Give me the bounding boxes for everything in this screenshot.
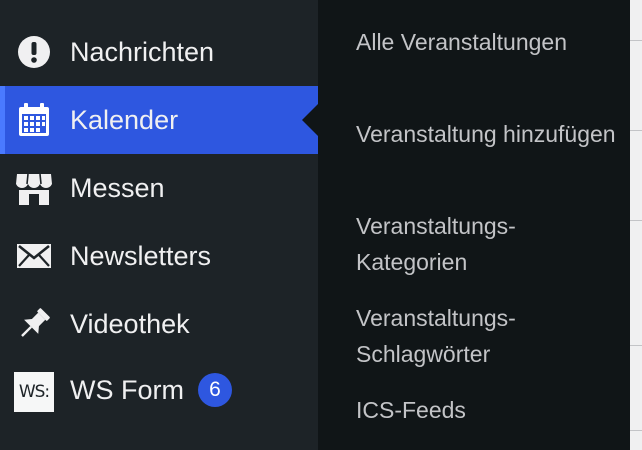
alert-icon xyxy=(14,32,54,72)
sidebar-item-nachrichten[interactable]: Nachrichten xyxy=(0,18,318,86)
sidebar-item-kalender[interactable]: Kalender xyxy=(0,86,318,154)
envelope-icon xyxy=(14,236,54,276)
sidebar-item-messen[interactable]: Messen xyxy=(0,154,318,222)
sidebar-item-newsletters[interactable]: Newsletters xyxy=(0,222,318,290)
calendar-icon xyxy=(14,100,54,140)
content-area-edge xyxy=(630,0,642,450)
submenu-item-alle-veranstaltungen[interactable]: Alle Veranstaltungen xyxy=(356,24,616,60)
sidebar-item-videothek[interactable]: Videothek xyxy=(0,290,318,358)
sidebar-item-label: Videothek xyxy=(70,308,190,339)
ws-form-logo-text: WS: xyxy=(14,372,54,412)
sidebar-item-label: Newsletters xyxy=(70,240,212,271)
submenu-item-veranstaltungs-schlagwoerter[interactable]: Veranstaltungs-Schlagwörter xyxy=(356,300,616,372)
sidebar-item-label: Messen xyxy=(70,172,165,203)
ws-form-logo: WS: xyxy=(14,372,54,412)
sidebar-item-ws-form[interactable]: WS: WS Form 6 xyxy=(0,358,318,426)
submenu-item-veranstaltungs-kategorien[interactable]: Veranstaltungs-Kategorien xyxy=(356,208,616,280)
pin-icon xyxy=(14,304,54,344)
active-menu-arrow xyxy=(302,104,318,136)
sidebar-item-label: Nachrichten xyxy=(70,36,215,67)
submenu-item-veranstaltung-hinzufuegen[interactable]: Veranstaltung hinzufügen xyxy=(356,116,616,152)
update-count-badge: 6 xyxy=(198,373,232,407)
sidebar-item-label: WS Form xyxy=(70,375,184,406)
kalender-submenu: Alle Veranstaltungen Veranstaltung hinzu… xyxy=(318,0,630,450)
store-icon xyxy=(14,168,54,208)
admin-sidebar: Nachrichten Kalender Messen Newsletters … xyxy=(0,0,318,450)
sidebar-item-label: Kalender xyxy=(70,104,179,135)
submenu-item-ics-feeds[interactable]: ICS-Feeds xyxy=(356,392,616,428)
